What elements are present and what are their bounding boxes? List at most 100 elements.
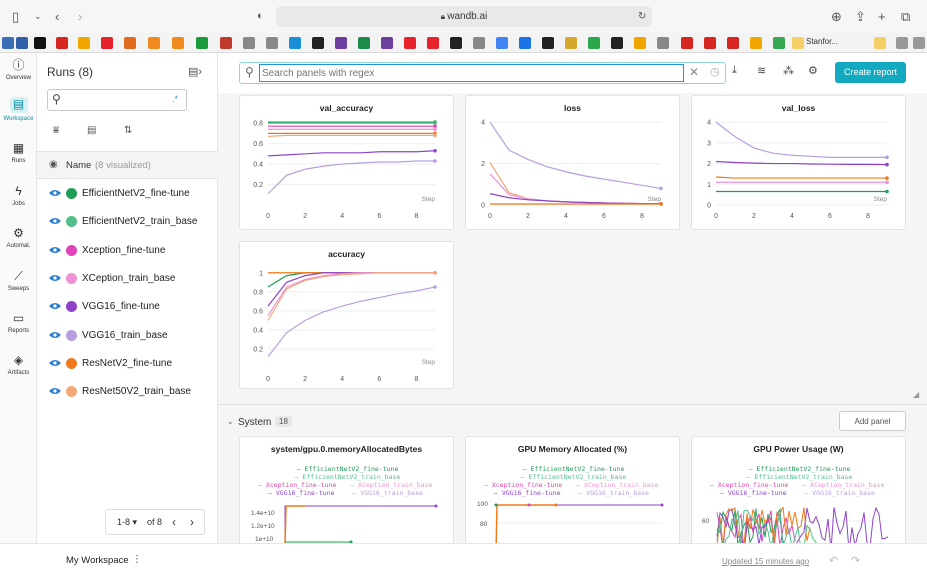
bookmark-icon[interactable] [611,37,623,49]
chart-panel-loss[interactable]: loss 4 2 0 0 2 4 6 8 Step [465,95,680,230]
run-row[interactable]: EfficientNetV2_train_base [37,209,218,237]
workspace-name[interactable]: My Workspace [66,555,129,566]
run-name[interactable]: VGG16_train_base [82,330,168,341]
chart-panel-val-loss[interactable]: val_loss 4 3 2 1 0 0 2 4 6 8 Step [691,95,906,230]
eye-icon[interactable] [49,246,61,254]
eye-icon[interactable] [49,359,61,367]
run-row[interactable]: ResNetV2_fine-tune [37,351,218,379]
bookmark-icon[interactable] [450,37,462,49]
bookmark-icon[interactable] [473,37,485,49]
bookmark-icon[interactable] [172,37,184,49]
run-row[interactable]: VGG16_train_base [37,323,218,351]
bookmark-icon[interactable] [750,37,762,49]
run-color-dot[interactable] [66,188,77,199]
download-icon[interactable]: ⊕ [831,8,842,25]
shield-icon[interactable]: ◐ [257,8,264,25]
bookmark-icon[interactable] [220,37,232,49]
download-icon[interactable]: ⤓ [732,64,737,77]
bookmark-icon[interactable] [78,37,90,49]
gear-icon[interactable]: ⚙ [808,64,818,77]
bookmark-icon[interactable] [588,37,600,49]
bookmark-icon[interactable] [16,37,28,49]
create-report-button[interactable]: Create report [835,62,906,83]
bookmark-icon[interactable] [312,37,324,49]
eye-icon[interactable]: ◉ [49,159,58,170]
run-color-dot[interactable] [66,330,77,341]
name-column-label[interactable]: Name [66,160,91,171]
redo-icon[interactable]: ↷ [851,554,860,567]
bookmark-icon[interactable] [634,37,646,49]
chart-panel-gpu-memory-percent[interactable]: GPU Memory Allocated (%) — EfficientNetV… [465,436,680,543]
next-page-icon[interactable]: › [190,515,194,529]
gear-icon[interactable] [896,37,908,49]
url-bar[interactable]: 🔒︎ wandb.ai [276,6,652,27]
system-section-title[interactable]: System [238,417,271,428]
run-name[interactable]: ResNetV2_fine-tune [82,358,172,369]
rail-item-runs[interactable]: ▦ Runs [0,141,37,164]
tabs-overview-icon[interactable]: ⧉ [901,8,910,25]
bookmark-icon[interactable] [148,37,160,49]
bookmark-icon[interactable] [101,37,113,49]
rail-item-jobs[interactable]: ϟ Jobs [0,184,37,207]
chevron-down-icon[interactable]: ⌄ [34,8,42,25]
layout-icon[interactable]: ≋ [757,64,766,77]
clear-icon[interactable]: ✕ [689,65,699,79]
sidebar-toggle-icon[interactable]: ▯ [12,8,19,25]
runs-search-input[interactable]: ⚲ .* [47,89,187,111]
back-icon[interactable]: ‹ [55,8,59,25]
reload-icon[interactable]: ↻ [638,8,646,25]
filter-icon[interactable]: ⩸ [53,125,59,136]
bookmark-icon[interactable] [358,37,370,49]
rail-item-automations[interactable]: ⚙ Automat. [0,226,37,249]
panel-search-input[interactable] [259,64,684,82]
bookmark-icon[interactable] [266,37,278,49]
bookmark-icon[interactable] [681,37,693,49]
bookmark-icon[interactable] [727,37,739,49]
bookmark-icon[interactable] [243,37,255,49]
magic-wand-icon[interactable]: ⁂ [783,64,794,77]
chart-panel-gpu-memory-bytes[interactable]: system/gpu.0.memoryAllocatedBytes — Effi… [239,436,454,543]
bookmark-icon[interactable] [196,37,208,49]
eye-icon[interactable] [49,331,61,339]
run-row[interactable]: EfficientNetV2_fine-tune [37,181,218,209]
run-color-dot[interactable] [66,301,77,312]
run-name[interactable]: EfficientNetV2_train_base [82,216,197,227]
add-panel-button[interactable]: Add panel [839,411,906,431]
group-icon[interactable]: ▤ [87,125,96,136]
rail-item-sweeps[interactable]: ⟋ Sweeps [0,269,37,292]
page-range-select[interactable]: 1-8 ▾ [117,517,137,528]
run-color-dot[interactable] [66,358,77,369]
rail-item-reports[interactable]: ▭ Reports [0,311,37,334]
prev-page-icon[interactable]: ‹ [172,515,176,529]
run-name[interactable]: VGG16_fine-tune [82,301,160,312]
more-options-icon[interactable]: ⋮ [132,554,142,565]
rail-item-overview[interactable]: ⓘ Overview [0,58,37,81]
bookmark-icon[interactable] [657,37,669,49]
chart-panel-gpu-power[interactable]: GPU Power Usage (W) — EfficientNetV2_fin… [691,436,906,543]
history-icon[interactable]: ◷ [710,65,720,78]
chart-panel-val-accuracy[interactable]: val_accuracy 0.8 0.6 0.4 0.2 0 2 4 6 8 Step [239,95,454,230]
bookmark-icon[interactable] [565,37,577,49]
bookmark-icon[interactable] [404,37,416,49]
bookmark-icon[interactable] [427,37,439,49]
chart-panel-accuracy[interactable]: accuracy 1 0.8 0.6 0.4 0.2 0 2 4 6 8 Step [239,241,454,389]
bookmark-icon[interactable] [773,37,785,49]
run-row[interactable]: ResNet50V2_train_base [37,379,218,407]
bookmark-icon[interactable] [704,37,716,49]
eye-icon[interactable] [49,189,61,197]
panel-search-box[interactable]: ⚲ ✕ ◷ [239,62,726,84]
run-row[interactable]: Xception_fine-tune [37,238,218,266]
run-name[interactable]: ResNet50V2_train_base [82,386,191,397]
folder-icon[interactable] [874,37,886,49]
sort-icon[interactable]: ⇅ [124,125,132,136]
new-tab-icon[interactable]: + [878,8,886,25]
run-row[interactable]: XCeption_train_base [37,266,218,294]
bookmark-icon[interactable] [34,37,46,49]
regex-toggle[interactable]: .* [172,94,178,104]
bookmark-icon[interactable] [496,37,508,49]
run-color-dot[interactable] [66,216,77,227]
rail-item-workspace[interactable]: ▤ Workspace [0,97,37,122]
eye-icon[interactable] [49,217,61,225]
forward-icon[interactable]: › [78,8,82,25]
run-name[interactable]: Xception_fine-tune [82,245,165,256]
